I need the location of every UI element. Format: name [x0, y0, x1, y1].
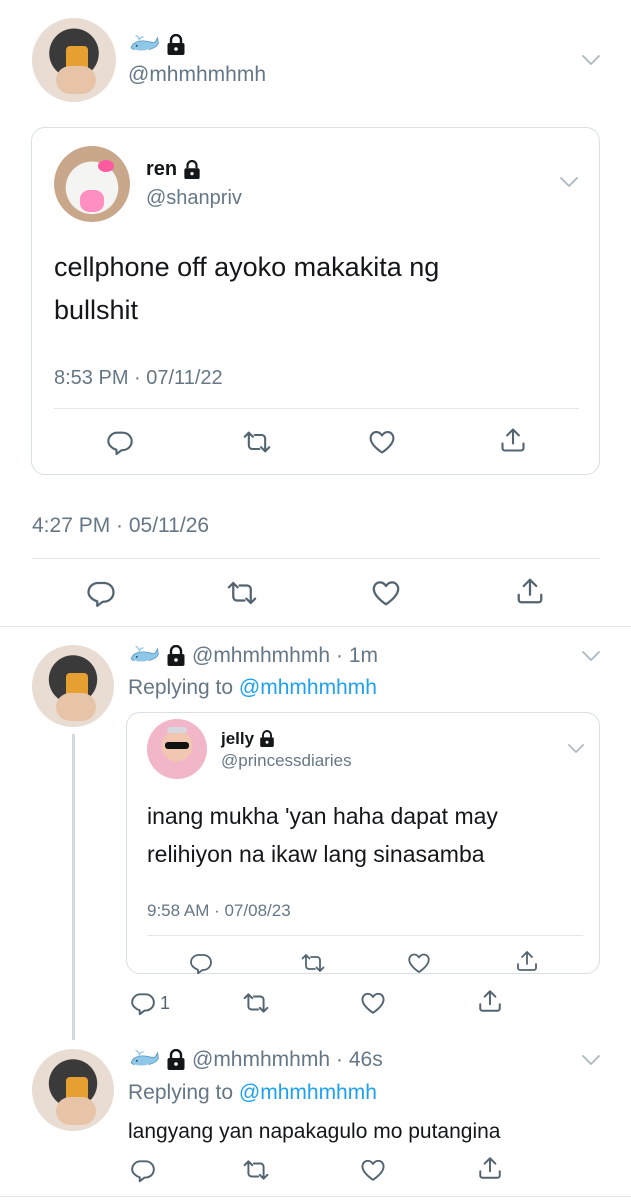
chevron-down-icon[interactable]: [559, 176, 579, 188]
main-tweet-timestamp: 4:27 PM · 05/11/26: [32, 514, 210, 537]
retweet-icon[interactable]: [243, 990, 269, 1016]
avatar-mhmhmhmh[interactable]: [32, 1049, 114, 1131]
avatar-tiara: [167, 727, 187, 733]
reply-handle[interactable]: @mhmhmhmh: [192, 644, 330, 668]
reply-action-reply[interactable]: 1: [130, 990, 170, 1016]
retweet-icon[interactable]: [301, 951, 325, 975]
avatar-hand-shape: [56, 693, 96, 721]
divider: [32, 558, 600, 559]
reply-text: langyang yan napakagulo mo putangina: [128, 1120, 501, 1143]
share-icon[interactable]: [515, 576, 545, 606]
quoted-tweet-text-line-2: relihiyon na ikaw lang sinasamba: [147, 841, 485, 867]
lock-icon: [166, 645, 186, 667]
chevron-down-icon[interactable]: [581, 650, 601, 662]
retweet-icon[interactable]: [243, 1157, 269, 1183]
quoted-tweet-timestamp: 8:53 PM · 07/11/22: [54, 367, 223, 389]
replying-to-link[interactable]: @mhmhmhmh: [239, 1081, 377, 1104]
quoted-tweet-text-line-1: inang mukha 'yan haha dapat may: [147, 803, 498, 829]
reply-time: · 1m: [336, 644, 379, 667]
chevron-down-icon[interactable]: [581, 54, 601, 66]
retweet-icon[interactable]: [227, 578, 257, 608]
reply-icon[interactable]: [130, 990, 156, 1016]
quoted-tweet-name-row: jelly: [221, 729, 275, 749]
replying-to-label: Replying to: [128, 676, 234, 699]
avatar-hellokitty-bow: [98, 160, 114, 172]
reply-icon[interactable]: [86, 578, 116, 608]
divider: [147, 935, 583, 936]
share-icon[interactable]: [477, 1155, 503, 1181]
lock-icon: [166, 34, 186, 56]
quoted-tweet-name-row: ren: [146, 158, 201, 181]
chevron-down-icon[interactable]: [581, 1054, 601, 1066]
reply-icon[interactable]: [189, 951, 213, 975]
quoted-tweet-card[interactable]: jelly @princessdiaries inang mukha 'yan …: [126, 712, 600, 974]
like-icon[interactable]: [360, 990, 386, 1016]
share-icon[interactable]: [477, 988, 503, 1014]
reply-handle[interactable]: @mhmhmhmh: [192, 1048, 330, 1072]
quoted-tweet-handle[interactable]: @princessdiaries: [221, 751, 352, 771]
lock-icon: [259, 730, 275, 748]
reply-header: @mhmhmhmh · 46s: [128, 1046, 383, 1074]
quoted-tweet-text-line-2: bullshit: [54, 295, 139, 325]
share-icon[interactable]: [499, 426, 527, 454]
quoted-tweet-timestamp: 9:58 AM · 07/08/23: [147, 901, 291, 920]
avatar-mhmhmhmh[interactable]: [32, 645, 114, 727]
share-icon[interactable]: [515, 949, 539, 973]
chevron-down-icon[interactable]: [567, 743, 585, 754]
divider: [0, 1196, 631, 1197]
avatar-hand-shape: [56, 1097, 96, 1125]
lock-icon: [166, 1049, 186, 1071]
reply-time: · 46s: [336, 1048, 383, 1071]
replying-to-row: Replying to @mhmhmhmh: [128, 1081, 377, 1105]
quoted-tweet-text-line-1: cellphone off ayoko makakita ng: [54, 252, 440, 282]
replying-to-label: Replying to: [128, 1081, 234, 1104]
avatar-mhmhmhmh[interactable]: [32, 18, 116, 102]
like-icon[interactable]: [371, 578, 401, 608]
avatar-sunglasses: [165, 742, 189, 749]
retweet-icon[interactable]: [243, 428, 271, 456]
whale-emoji-icon: [128, 644, 160, 668]
replying-to-row: Replying to @mhmhmhmh: [128, 676, 377, 700]
quoted-tweet-card[interactable]: ren @shanpriv cellphone off ayoko makaki…: [31, 127, 600, 475]
like-icon[interactable]: [360, 1157, 386, 1183]
like-icon[interactable]: [407, 951, 431, 975]
replying-to-link[interactable]: @mhmhmhmh: [239, 676, 377, 699]
whale-emoji-icon: [128, 33, 160, 57]
main-tweet-handle[interactable]: @mhmhmhmh: [128, 63, 266, 87]
like-icon[interactable]: [368, 428, 396, 456]
quoted-tweet-name: ren: [146, 158, 178, 180]
avatar-hellokitty-body: [80, 190, 104, 212]
lock-icon: [183, 160, 201, 180]
quoted-tweet-handle[interactable]: @shanpriv: [146, 187, 242, 210]
divider: [0, 626, 631, 627]
reply-icon[interactable]: [106, 428, 134, 456]
main-tweet-header: [128, 30, 186, 60]
divider: [54, 408, 579, 409]
avatar-ren[interactable]: [54, 146, 130, 222]
avatar-jelly[interactable]: [147, 719, 207, 779]
quoted-tweet-name: jelly: [221, 729, 255, 748]
reply-count: 1: [160, 992, 171, 1013]
whale-emoji-icon: [128, 1048, 160, 1072]
thread-line: [72, 734, 75, 1040]
reply-icon[interactable]: [130, 1157, 156, 1183]
reply-header: @mhmhmhmh · 1m: [128, 642, 378, 670]
avatar-hand-shape: [56, 66, 96, 94]
